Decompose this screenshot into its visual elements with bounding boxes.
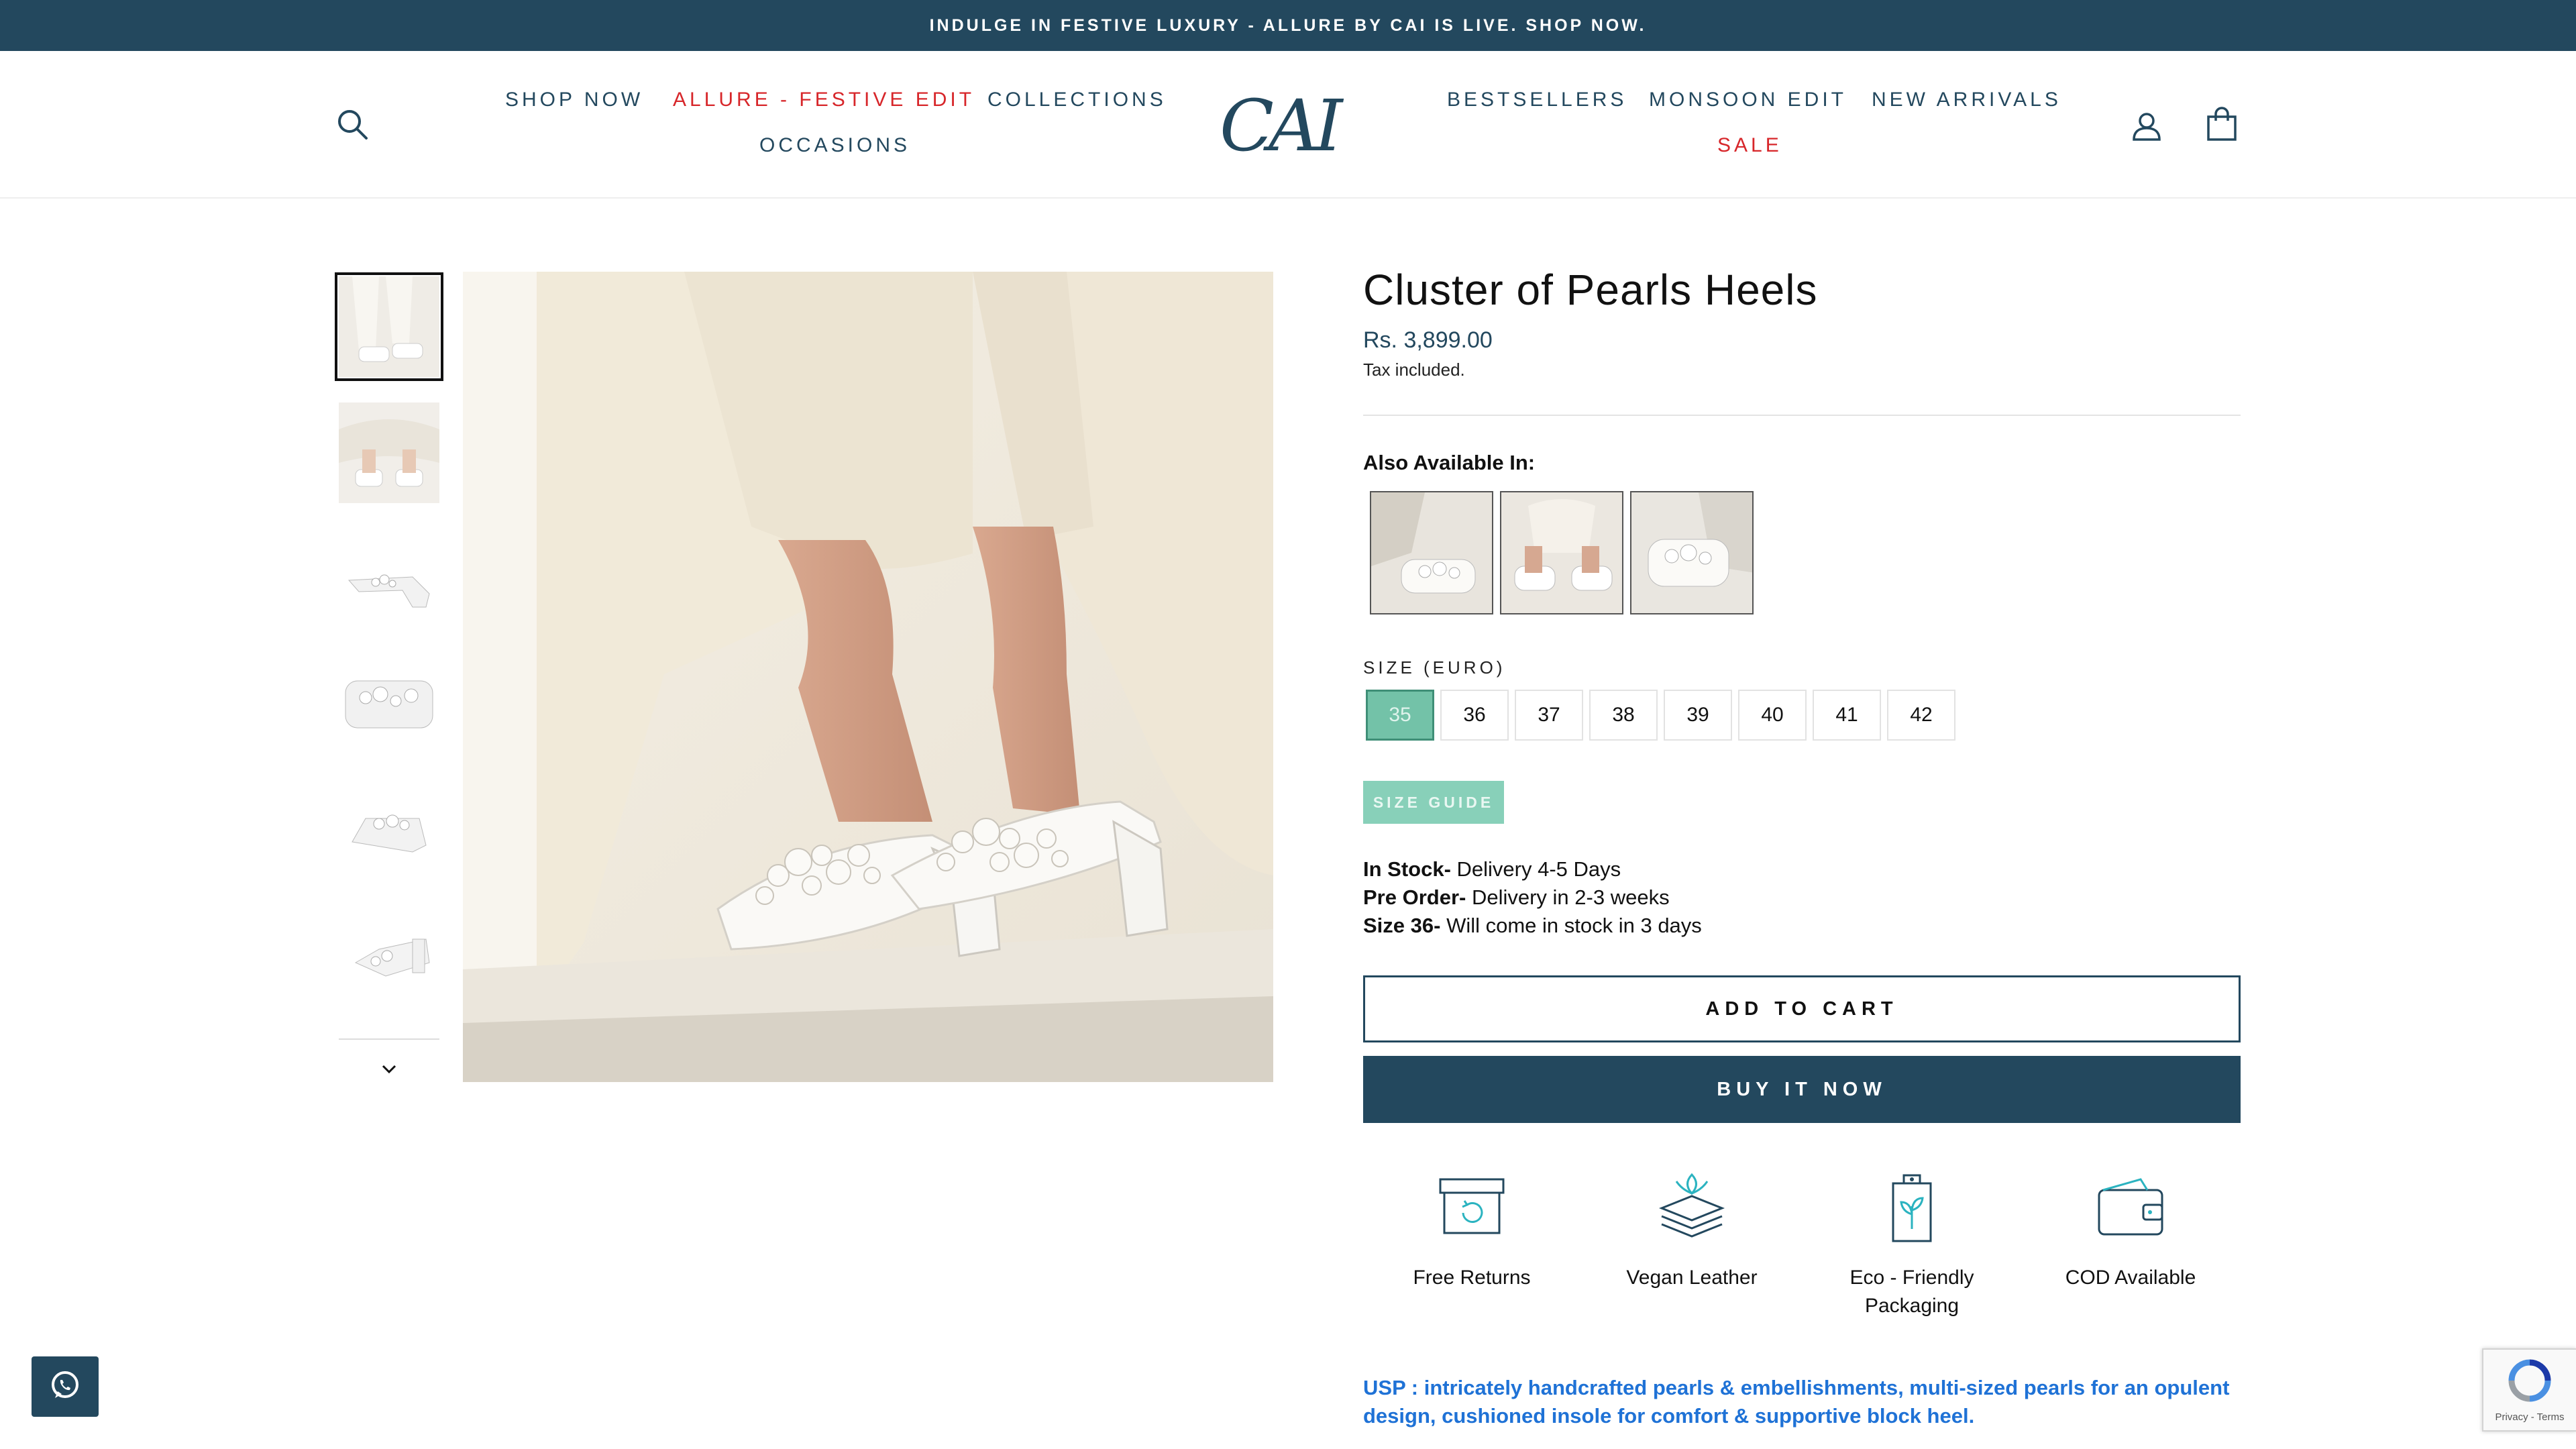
variant-option-3[interactable] [1630, 491, 1754, 614]
size-option-35[interactable]: 35 [1366, 690, 1434, 741]
size-option-42[interactable]: 42 [1887, 690, 1955, 741]
thumbnail-1[interactable] [335, 272, 443, 381]
main-product-image[interactable] [463, 272, 1273, 1082]
size-option-40[interactable]: 40 [1738, 690, 1807, 741]
nav-allure-festive-edit[interactable]: ALLURE - FESTIVE EDIT [673, 89, 975, 111]
nav-sale[interactable]: SALE [1717, 134, 1782, 157]
thumbnail-5[interactable] [339, 778, 439, 879]
feature-label: Vegan Leather [1626, 1267, 1758, 1289]
size-option-39[interactable]: 39 [1664, 690, 1732, 741]
announcement-bar[interactable]: INDULGE IN FESTIVE LUXURY - ALLURE BY CA… [0, 0, 2576, 51]
feature-free-returns: Free Returns [1371, 1167, 1572, 1292]
stock-text: Will come in stock in 3 days [1440, 914, 1702, 937]
stock-info-size-36: Size 36- Will come in stock in 3 days [1363, 914, 1702, 938]
thumbnail-2[interactable] [339, 402, 439, 503]
announcement-text[interactable]: INDULGE IN FESTIVE LUXURY - ALLURE BY CA… [930, 16, 1647, 36]
also-available-label: Also Available In: [1363, 451, 1536, 474]
size-label: SIZE (EURO) [1363, 657, 1506, 678]
chevron-down-icon[interactable] [376, 1057, 402, 1081]
nav-new-arrivals[interactable]: NEW ARRIVALS [1872, 89, 2061, 111]
size-option-36[interactable]: 36 [1440, 690, 1509, 741]
thumbnail-3[interactable] [339, 530, 439, 631]
nav-bestsellers[interactable]: BESTSELLERS [1447, 89, 1627, 111]
usp-text: USP : intricately handcrafted pearls & e… [1363, 1376, 2230, 1428]
stock-label: Size 36- [1363, 914, 1441, 937]
nav-monsoon-edit[interactable]: MONSOON EDIT [1649, 89, 1847, 111]
feature-label: Eco - Friendly Packaging [1849, 1267, 1974, 1317]
thumbnail-6[interactable] [339, 902, 439, 1003]
leaf-layers-icon [1591, 1167, 1792, 1245]
stock-text: Delivery in 2-3 weeks [1466, 885, 1670, 909]
cart-icon[interactable] [2203, 105, 2241, 144]
nav-shop-now[interactable]: SHOP NOW [505, 89, 643, 111]
feature-label: Free Returns [1413, 1267, 1531, 1289]
size-guide-button[interactable]: SIZE GUIDE [1363, 781, 1504, 824]
feature-vegan-leather: Vegan Leather [1591, 1167, 1792, 1292]
cai-logo[interactable]: CAI [1214, 85, 1362, 167]
feature-eco-packaging: Eco - Friendly Packaging [1811, 1167, 2012, 1320]
size-option-41[interactable]: 41 [1813, 690, 1881, 741]
feature-label: COD Available [2065, 1267, 2196, 1289]
size-option-38[interactable]: 38 [1589, 690, 1658, 741]
account-icon[interactable] [2128, 107, 2165, 145]
nav-occasions[interactable]: OCCASIONS [759, 134, 910, 157]
logo-text: CAI [1220, 89, 1344, 162]
add-to-cart-button[interactable]: ADD TO CART [1363, 975, 2241, 1042]
tax-note: Tax included. [1363, 360, 1465, 380]
recaptcha-badge[interactable]: Privacy - Terms [2482, 1348, 2576, 1432]
variant-option-2[interactable] [1500, 491, 1623, 614]
recaptcha-icon [2506, 1357, 2553, 1407]
stock-info-in-stock: In Stock- Delivery 4-5 Days [1363, 857, 1621, 881]
stock-label: Pre Order- [1363, 885, 1466, 909]
feature-cod: COD Available [2030, 1167, 2231, 1292]
search-icon[interactable] [334, 106, 372, 144]
wallet-icon [2030, 1167, 2231, 1245]
thumbnail-divider [339, 1038, 439, 1040]
stock-info-pre-order: Pre Order- Delivery in 2-3 weeks [1363, 885, 1670, 910]
nav-collections[interactable]: COLLECTIONS [987, 89, 1167, 111]
size-option-37[interactable]: 37 [1515, 690, 1583, 741]
thumbnail-4[interactable] [339, 654, 439, 755]
box-return-icon [1371, 1167, 1572, 1245]
stock-label: In Stock- [1363, 857, 1451, 881]
buy-it-now-button[interactable]: BUY IT NOW [1363, 1056, 2241, 1123]
divider [1363, 415, 2241, 416]
product-title: Cluster of Pearls Heels [1363, 266, 1818, 314]
recaptcha-text[interactable]: Privacy - Terms [2495, 1411, 2564, 1423]
stock-text: Delivery 4-5 Days [1450, 857, 1621, 881]
variant-option-1[interactable] [1370, 491, 1493, 614]
whatsapp-chat-button[interactable] [32, 1356, 99, 1417]
product-price: Rs. 3,899.00 [1363, 327, 1493, 353]
eco-tag-icon [1811, 1167, 2012, 1245]
whatsapp-icon [48, 1368, 82, 1405]
site-header: SHOP NOW ALLURE - FESTIVE EDIT COLLECTIO… [0, 51, 2576, 199]
